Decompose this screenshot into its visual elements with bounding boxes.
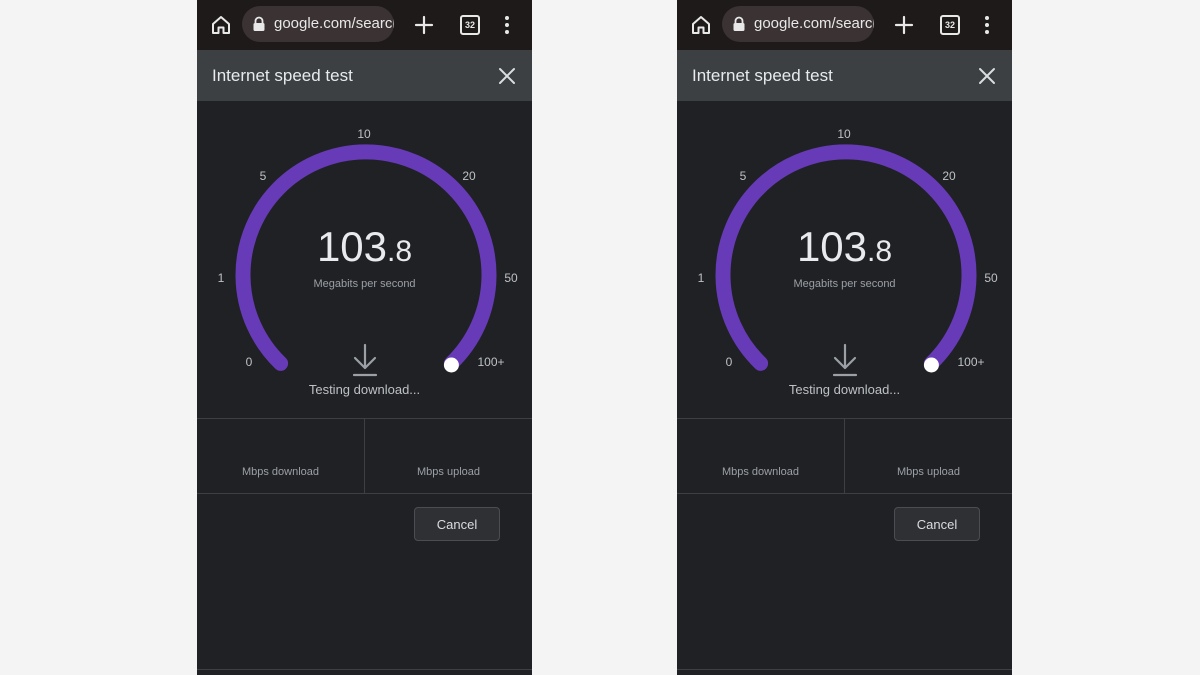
gauge-needle-dot <box>923 357 939 373</box>
cancel-button[interactable]: Cancel <box>414 507 500 541</box>
upload-label: Mbps upload <box>417 466 480 478</box>
speed-unit-label: Megabits per second <box>793 278 896 290</box>
browser-toolbar: google.com/search 32 <box>677 0 1012 50</box>
tick-0: 0 <box>245 355 253 369</box>
address-bar[interactable]: google.com/search <box>242 6 394 42</box>
tab-switcher-button[interactable]: 32 <box>460 15 480 35</box>
dialog-header: Internet speed test <box>197 50 532 101</box>
speed-value: 103.8 <box>197 223 532 271</box>
url-text: google.com/search <box>274 15 394 32</box>
new-tab-icon[interactable] <box>412 13 436 37</box>
browser-toolbar: google.com/search 32 <box>197 0 532 50</box>
tick-5: 5 <box>259 169 267 183</box>
dialog-title: Internet speed test <box>212 66 353 85</box>
test-status: Testing download... <box>308 382 421 397</box>
tab-count: 32 <box>944 20 955 30</box>
lock-icon <box>733 16 745 31</box>
speed-unit-label: Megabits per second <box>313 278 416 290</box>
speed-integer: 103 <box>796 223 868 270</box>
more-menu-icon[interactable] <box>495 13 519 37</box>
upload-result: Mbps upload <box>365 419 532 493</box>
speed-integer: 103 <box>316 223 388 270</box>
results-panel: Mbps download Mbps upload <box>197 418 532 494</box>
dialog-header: Internet speed test <box>677 50 1012 101</box>
tick-5: 5 <box>739 169 747 183</box>
speed-value: 103.8 <box>677 223 1012 271</box>
download-arrow-icon <box>352 343 378 377</box>
tick-0: 0 <box>725 355 733 369</box>
new-tab-icon[interactable] <box>892 13 916 37</box>
tab-switcher-button[interactable]: 32 <box>940 15 960 35</box>
speed-decimal: .8 <box>387 235 413 268</box>
phone-screen: google.com/search 32 Internet speed test <box>677 0 1012 675</box>
download-label: Mbps download <box>241 466 320 478</box>
tick-10: 10 <box>837 127 851 141</box>
upload-result: Mbps upload <box>845 419 1012 493</box>
test-status: Testing download... <box>788 382 901 397</box>
tick-20: 20 <box>942 169 956 183</box>
home-icon[interactable] <box>209 13 233 37</box>
download-result: Mbps download <box>197 419 365 493</box>
url-text: google.com/search <box>754 15 874 32</box>
download-result: Mbps download <box>677 419 845 493</box>
home-icon[interactable] <box>689 13 713 37</box>
gauge-needle-dot <box>443 357 459 373</box>
bottom-divider <box>197 669 532 670</box>
download-arrow-icon <box>832 343 858 377</box>
download-label: Mbps download <box>721 466 800 478</box>
speed-gauge: 0 1 5 10 20 50 100+ 103.8 Megabits per s… <box>197 101 532 421</box>
cancel-button[interactable]: Cancel <box>894 507 980 541</box>
results-panel: Mbps download Mbps upload <box>677 418 1012 494</box>
tick-100-plus: 100+ <box>477 355 505 369</box>
speed-decimal: .8 <box>867 235 893 268</box>
lock-icon <box>253 16 265 31</box>
close-icon[interactable] <box>976 65 998 87</box>
bottom-divider <box>677 669 1012 670</box>
phone-screen: google.com/search 32 Internet speed test <box>197 0 532 675</box>
dialog-title: Internet speed test <box>692 66 833 85</box>
close-icon[interactable] <box>496 65 518 87</box>
tick-10: 10 <box>357 127 371 141</box>
speed-gauge: 0 1 5 10 20 50 100+ 103.8 Megabits per s… <box>677 101 1012 421</box>
address-bar[interactable]: google.com/search <box>722 6 874 42</box>
upload-label: Mbps upload <box>897 466 960 478</box>
tick-20: 20 <box>462 169 476 183</box>
more-menu-icon[interactable] <box>975 13 999 37</box>
tick-100-plus: 100+ <box>957 355 985 369</box>
tab-count: 32 <box>464 20 475 30</box>
